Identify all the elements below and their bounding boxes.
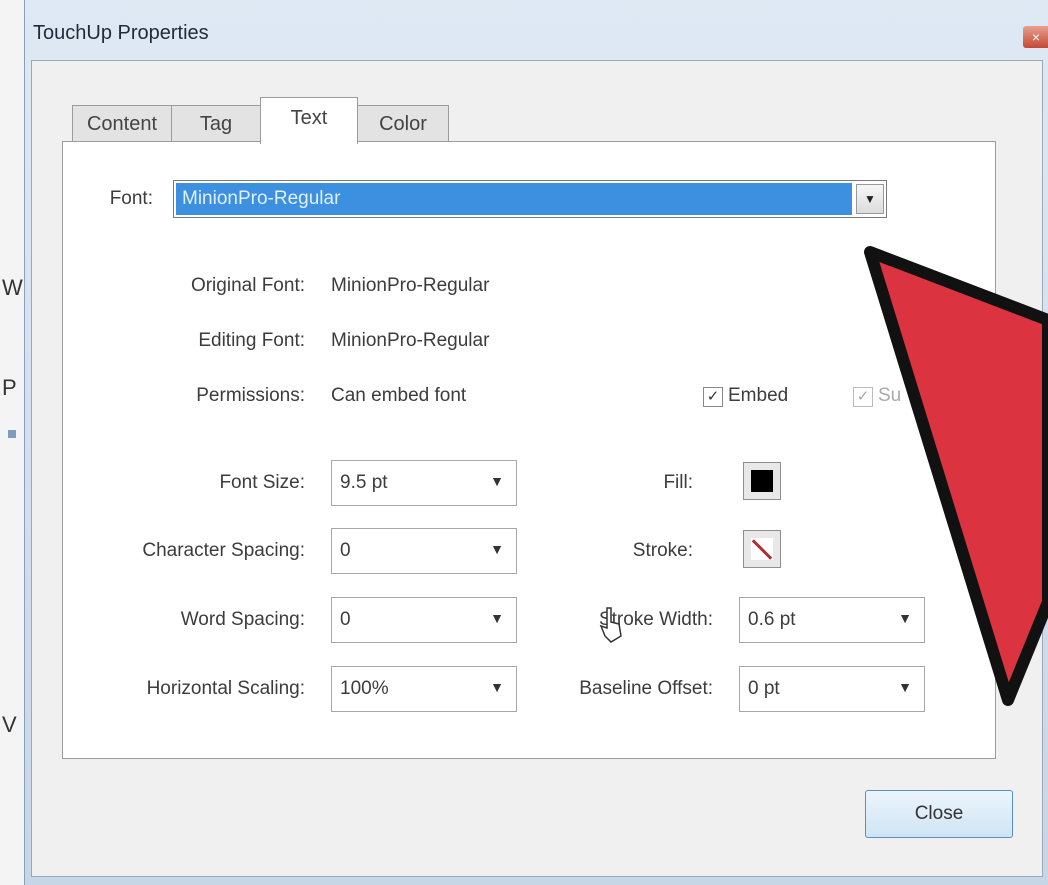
editing-font-value: MinionPro-Regular xyxy=(331,330,490,351)
no-color-icon xyxy=(751,538,773,560)
editing-font-label: Editing Font: xyxy=(198,330,305,351)
stroke-color-swatch[interactable] xyxy=(743,530,781,568)
chevron-down-icon[interactable]: ▼ xyxy=(490,541,504,557)
permissions-value: Can embed font xyxy=(331,385,467,406)
original-font-value: MinionPro-Regular xyxy=(331,275,490,296)
character-spacing-label: Character Spacing: xyxy=(142,540,305,561)
font-size-combo[interactable]: 9.5 pt ▼ xyxy=(331,460,517,506)
horizontal-scaling-label: Horizontal Scaling: xyxy=(146,678,305,699)
character-spacing-value: 0 xyxy=(340,540,351,561)
horizontal-scaling-value: 100% xyxy=(340,678,389,699)
font-select[interactable]: MinionPro-Regular ▼ xyxy=(173,180,887,218)
embed-checkbox[interactable]: ✓ xyxy=(703,387,723,407)
font-size-value: 9.5 pt xyxy=(340,472,388,493)
permissions-label: Permissions: xyxy=(196,385,305,406)
tab-color[interactable]: Color xyxy=(357,105,449,142)
word-spacing-value: 0 xyxy=(340,609,351,630)
background-marker xyxy=(8,430,16,438)
tab-tag[interactable]: Tag xyxy=(171,105,261,142)
fill-color-swatch[interactable] xyxy=(743,462,781,500)
background-text-fragment: W xyxy=(2,275,23,300)
original-font-label: Original Font: xyxy=(190,275,305,296)
chevron-down-icon[interactable]: ▼ xyxy=(490,679,504,695)
character-spacing-combo[interactable]: 0 ▼ xyxy=(331,528,517,574)
baseline-offset-label: Baseline Offset: xyxy=(579,678,713,699)
background-app-edge: W P V xyxy=(0,0,26,885)
font-label: Font: xyxy=(109,188,153,209)
embed-label: Embed xyxy=(728,385,789,406)
title-bar: TouchUp Properties × xyxy=(25,0,1048,60)
tab-content[interactable]: Content xyxy=(72,105,172,142)
chevron-down-icon[interactable]: ▼ xyxy=(490,473,504,489)
background-text-fragment: P xyxy=(2,375,17,400)
fill-label: Fill: xyxy=(663,472,693,493)
word-spacing-combo[interactable]: 0 ▼ xyxy=(331,597,517,643)
stroke-label: Stroke: xyxy=(632,540,693,561)
chevron-down-icon[interactable]: ▼ xyxy=(490,610,504,626)
background-text-fragment: V xyxy=(2,712,17,737)
tab-text[interactable]: Text xyxy=(260,97,358,144)
close-button[interactable]: Close xyxy=(865,790,1013,838)
window-close-icon[interactable]: × xyxy=(1023,26,1048,48)
font-select-value: MinionPro-Regular xyxy=(176,183,852,215)
dialog-title: TouchUp Properties xyxy=(33,22,209,44)
stroke-width-value: 0.6 pt xyxy=(748,609,796,630)
word-spacing-label: Word Spacing: xyxy=(180,609,305,630)
chevron-down-icon[interactable]: ▼ xyxy=(856,184,884,214)
red-arrow-annotation xyxy=(864,246,1048,706)
baseline-offset-value: 0 pt xyxy=(748,678,780,699)
font-size-label: Font Size: xyxy=(219,472,305,493)
mouse-cursor-icon xyxy=(599,607,622,643)
arrow-shape xyxy=(864,246,1048,706)
horizontal-scaling-combo[interactable]: 100% ▼ xyxy=(331,666,517,712)
fill-color-sample xyxy=(751,470,773,492)
